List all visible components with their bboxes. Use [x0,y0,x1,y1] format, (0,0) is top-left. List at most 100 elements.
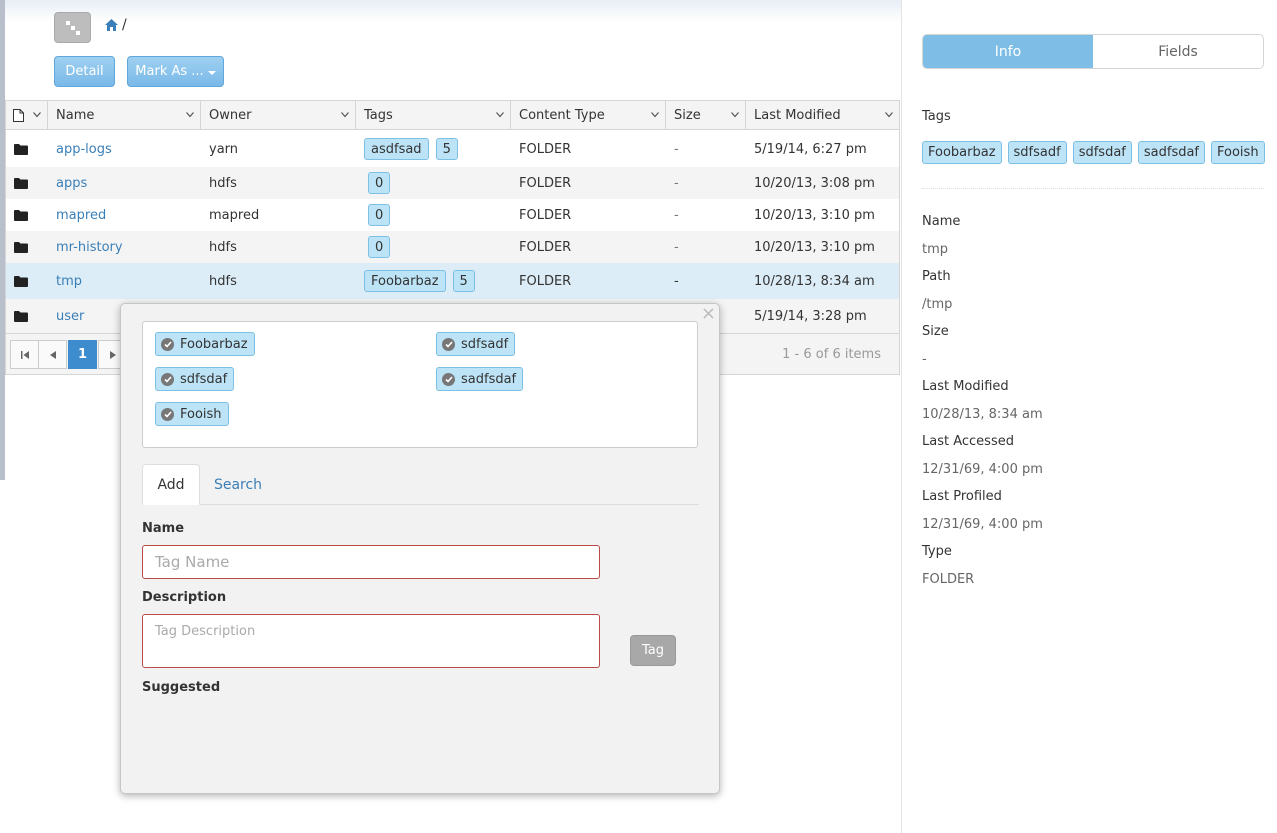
row-owner: yarn [209,141,239,157]
tag-label: Fooish [180,406,222,422]
tree-toggle-button[interactable] [54,12,91,43]
column-label: Owner [209,108,252,123]
tag-chip[interactable]: Foobarbaz [155,332,255,356]
row-name-link[interactable]: mr-history [56,240,123,255]
tag-chip[interactable]: Fooish [1211,141,1265,164]
column-header-content-type[interactable]: Content Type [511,101,666,130]
home-icon[interactable] [105,19,118,31]
tag-name-input[interactable]: Tag Name [142,545,600,579]
field-value-name: tmp [922,242,949,257]
mark-as-button[interactable]: Mark As ... [127,56,224,87]
field-label-last-modified: Last Modified [922,379,1009,394]
page-number: 1 [77,347,88,362]
field-value-last-profiled: 12/31/69, 4:00 pm [922,517,1043,532]
page-1-button[interactable]: 1 [68,340,97,369]
tag-chip[interactable]: sdfsadf [436,332,516,356]
tab-add[interactable]: Add [142,464,200,505]
chevron-down-icon[interactable] [496,112,504,118]
tag-chip[interactable]: sdfsdaf [155,367,235,391]
tag-count-badge[interactable]: 0 [368,204,391,226]
table-row[interactable]: mapred mapred 0 FOLDER - 10/20/13, 3:10 … [6,199,899,231]
row-last-modified: 5/19/14, 6:27 pm [754,141,867,157]
row-name-link[interactable]: app-logs [56,142,112,157]
check-circle-icon [161,407,174,421]
tag-chip[interactable]: Fooish [155,402,229,426]
tag-label: sdfsdaf [180,371,228,387]
prev-page-icon [49,350,56,359]
chevron-down-icon[interactable] [731,112,739,118]
row-last-modified: 5/19/14, 3:28 pm [754,308,867,324]
tab-fields[interactable]: Fields [1093,35,1263,68]
row-name-link[interactable]: apps [56,176,87,191]
table-row[interactable]: app-logs yarn asdfsad 5 FOLDER - 5/19/14… [6,131,899,167]
close-icon[interactable]: × [701,305,716,323]
toolbar: / Detail Mark As ... [5,0,901,96]
tag-description-textarea[interactable]: Tag Description [142,614,600,668]
row-content-type: FOLDER [519,175,572,191]
tag-button[interactable]: Tag [630,635,676,666]
field-value-path: /tmp [922,297,953,312]
pager-info: 1 - 6 of 6 items [782,347,881,362]
row-owner: hdfs [209,239,237,255]
tag-chip[interactable]: sadfsdaf [1137,141,1206,164]
first-page-button[interactable] [10,340,39,369]
row-size: - [674,141,679,157]
detail-button[interactable]: Detail [54,56,115,87]
panel-divider [922,188,1264,189]
column-header-name[interactable]: Name [48,101,201,130]
chevron-down-icon[interactable] [341,112,349,118]
folder-icon [14,241,28,253]
description-label: Description [142,590,227,605]
breadcrumb: / [105,17,127,33]
detail-button-label: Detail [65,64,104,79]
chevron-down-icon[interactable] [885,112,893,118]
field-value-last-accessed: 12/31/69, 4:00 pm [922,462,1043,477]
tag-chip[interactable]: sadfsdaf [436,367,524,391]
tag-chip[interactable]: sdfsadf [1007,141,1067,164]
column-header-owner[interactable]: Owner [201,101,356,130]
column-label: Tags [364,108,393,123]
name-label: Name [142,521,185,536]
chevron-down-icon[interactable] [186,112,194,118]
check-circle-icon [442,337,455,351]
tag-chip[interactable]: Foobarbaz [364,270,446,292]
tag-chip[interactable]: sdfsdaf [1072,141,1132,164]
tag-chip[interactable]: asdfsad [364,138,429,160]
table-row-selected[interactable]: tmp hdfs Foobarbaz 5 FOLDER - 10/28/13, … [6,263,899,299]
tag-count-badge[interactable]: 0 [368,172,391,194]
column-header-size[interactable]: Size [666,101,746,130]
panel-tag-list: Foobarbaz sdfsadf sdfsdaf sadfsdaf Foois… [922,141,1265,164]
table-row[interactable]: apps hdfs 0 FOLDER - 10/20/13, 3:08 pm [6,167,899,199]
folder-icon [14,143,28,155]
check-circle-icon [161,337,174,351]
row-owner: hdfs [209,273,237,289]
suggested-label: Suggested [142,680,221,695]
column-header-last-modified[interactable]: Last Modified [746,101,899,130]
info-panel: Info Fields Tags Foobarbaz sdfsadf sdfsd… [901,0,1277,833]
tag-count-badge[interactable]: 0 [368,236,391,258]
tag-count-badge[interactable]: 5 [452,270,475,292]
select-all-column[interactable] [6,101,48,130]
breadcrumb-separator: / [122,17,127,33]
prev-page-button[interactable] [38,340,67,369]
tab-info[interactable]: Info [923,35,1093,68]
field-value-type: FOLDER [922,572,975,587]
tag-chip[interactable]: Foobarbaz [922,141,1002,164]
row-last-modified: 10/20/13, 3:10 pm [754,207,875,223]
row-last-modified: 10/20/13, 3:10 pm [754,239,875,255]
tab-search[interactable]: Search [210,464,266,505]
field-label-last-accessed: Last Accessed [922,434,1014,449]
table-row[interactable]: mr-history hdfs 0 FOLDER - 10/20/13, 3:1… [6,231,899,263]
grid-header: Name Owner Tags Content Type Size Last M… [6,101,899,130]
chevron-down-icon[interactable] [651,112,659,118]
tag-label: Foobarbaz [180,336,248,352]
row-name-link[interactable]: user [56,309,84,324]
folder-icon [14,177,28,189]
column-header-tags[interactable]: Tags [356,101,511,130]
tag-count-badge[interactable]: 5 [435,138,458,160]
chevron-down-icon[interactable] [33,112,41,118]
row-name-link[interactable]: mapred [56,208,106,223]
field-value-last-modified: 10/28/13, 8:34 am [922,407,1043,422]
column-label: Last Modified [754,108,841,123]
row-name-link[interactable]: tmp [56,274,82,289]
